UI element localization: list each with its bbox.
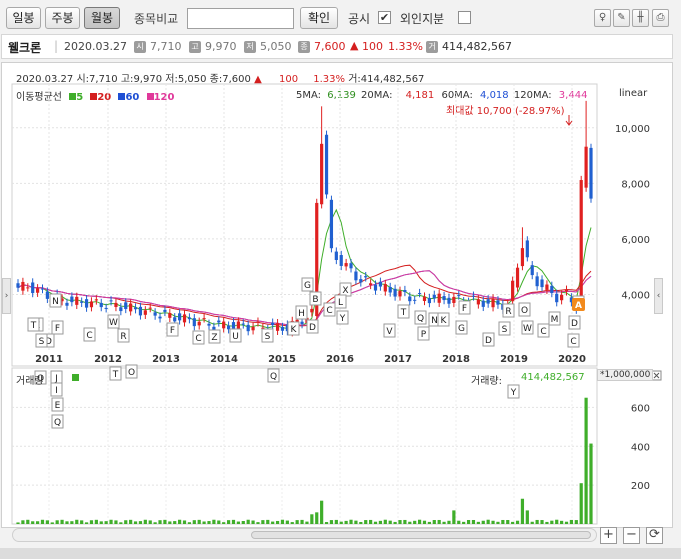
info-open: 7,710 [150, 40, 182, 53]
bottom-strip [0, 548, 681, 559]
chart-frame [1, 62, 673, 528]
ch-low-label: 저: [165, 74, 178, 85]
ch-open-label: 시: [76, 74, 90, 85]
ma5-legend: 5 [76, 92, 84, 103]
ma60-legend: 60 [125, 92, 140, 103]
left-expand-handle[interactable]: › [2, 278, 11, 314]
zoom-in-button[interactable]: + [600, 527, 617, 544]
reset-button[interactable]: ⟳ [646, 527, 663, 544]
candle-icon[interactable]: ╫ [632, 9, 649, 27]
tab-weekly[interactable]: 주봉 [45, 7, 80, 29]
ma20-legend: 20 [97, 92, 112, 103]
ch-date: 2020.03.27 [16, 74, 74, 85]
ch-change-arrow: ▲ [254, 74, 262, 85]
ma20-label: 20MA: [361, 90, 393, 101]
info-high: 9,970 [205, 40, 237, 53]
volume-icon: 거 [426, 41, 438, 53]
indicator-icon[interactable]: ♀ [594, 9, 611, 27]
print-icon[interactable]: ⎙ [652, 9, 669, 27]
open-icon: 시 [134, 41, 146, 53]
info-change: 100 [362, 40, 383, 53]
low-icon: 저 [244, 41, 256, 53]
ch-low: 5,050 [177, 74, 207, 85]
info-close: 7,600 [314, 40, 346, 53]
ma5-value: 6,139 [327, 90, 356, 101]
scrollbar-thumb[interactable] [251, 531, 591, 539]
tab-monthly[interactable]: 월봉 [84, 7, 120, 29]
stock-info-bar: 웰크론 | 2020.03.27 시 7,710 고 9,970 저 5,050… [1, 34, 673, 59]
ch-volume: 414,482,567 [360, 74, 425, 85]
divider: | [54, 39, 59, 53]
chart-header: 2020.03.27 시:7,710 고:9,970 저:5,050 종:7,6… [16, 70, 424, 85]
ch-close: 7,600 [222, 74, 251, 85]
info-change-arrow: ▲ [350, 39, 359, 52]
ch-high-label: 고: [120, 74, 134, 85]
ma5-label: 5MA: [296, 90, 322, 101]
ch-open: 7,710 [89, 74, 118, 85]
ch-change-pct: 1.33% [313, 74, 346, 85]
ch-volume-label: 거: [348, 74, 361, 85]
ma120-value: 3,444 [558, 90, 588, 101]
close-icon: 종 [298, 41, 310, 53]
ch-close-label: 종: [209, 74, 223, 85]
ma-legend-title: 이동평균선 [16, 92, 62, 103]
disclosure-label: 공시 [348, 12, 371, 26]
ch-high: 9,970 [133, 74, 163, 85]
ma120-swatch [146, 93, 154, 100]
ma60-value: 4,018 [480, 90, 509, 101]
volume-title: 거래량 [16, 376, 44, 387]
stock-name: 웰크론 [8, 41, 42, 55]
foreign-label: 외인지분 [400, 12, 445, 26]
pencil-icon[interactable]: ✎ [613, 9, 630, 27]
info-change-pct: 1.33% [388, 40, 423, 53]
max-annotation: 최대값 10,700 (-28.97%) [446, 106, 565, 117]
ma20-value: 4,181 [405, 90, 435, 101]
ma120-label: 120MA: [513, 90, 552, 101]
info-low: 5,050 [260, 40, 292, 53]
scale-mode[interactable]: linear [619, 88, 647, 99]
timeline-scrollbar[interactable] [12, 528, 597, 542]
compare-input[interactable] [187, 8, 294, 29]
confirm-button[interactable]: 확인 [300, 7, 338, 29]
volume-value: 414,482,567 [521, 372, 585, 383]
volume-value-label: 거래량: [471, 376, 502, 387]
volume-legend-swatch [72, 374, 79, 381]
ma60-label: 60MA: [441, 90, 473, 101]
right-expand-handle[interactable]: ‹ [654, 278, 663, 314]
disclosure-checkbox[interactable]: ✔ [378, 11, 391, 24]
tab-daily[interactable]: 일봉 [6, 7, 41, 29]
ma-values: 5MA: 6,139 20MA: 4,181 60MA: 4,018 120MA… [296, 90, 587, 101]
ma-legend: 이동평균선 5 20 60 120 [16, 88, 174, 103]
ch-change: 100 [278, 74, 299, 85]
ma120-legend: 120 [153, 92, 175, 103]
info-date: 2020.03.27 [64, 40, 127, 53]
foreign-checkbox[interactable] [458, 11, 471, 24]
high-icon: 고 [189, 41, 201, 53]
compare-label: 종목비교 [134, 12, 179, 26]
info-volume: 414,482,567 [442, 40, 512, 53]
volume-unit: *1,000,000 [597, 369, 654, 381]
zoom-out-button[interactable]: − [623, 527, 640, 544]
